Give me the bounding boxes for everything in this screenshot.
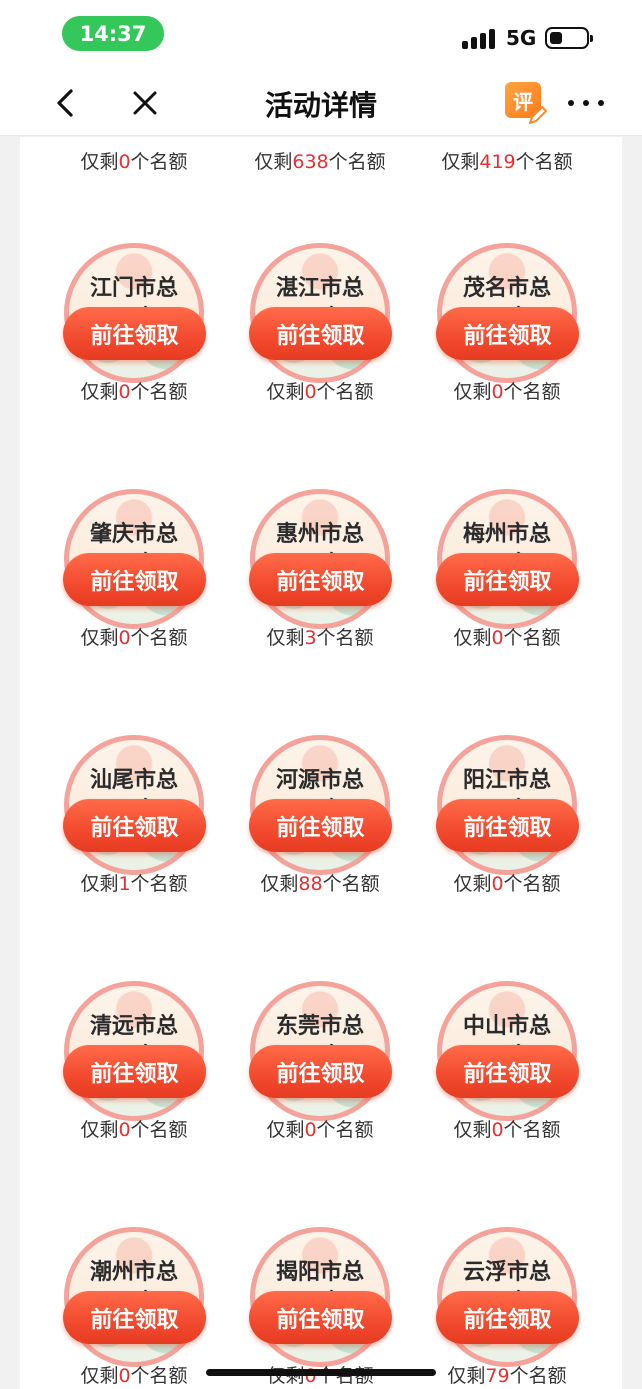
- union-card: 中山市总工会前往领取仅剩0个名额: [407, 919, 607, 1165]
- union-row: 肇庆市总工会前往领取仅剩0个名额惠州市总工会前往领取仅剩3个名额梅州市总工会前往…: [20, 427, 622, 673]
- quota-text: 仅剩0个名额: [80, 1119, 188, 1141]
- claim-button[interactable]: 前往领取: [249, 799, 392, 852]
- union-card: 茂名市总工会前往领取仅剩0个名额: [407, 181, 607, 427]
- quota-text: 仅剩3个名额: [266, 627, 374, 649]
- union-card: 云浮市总工会前往领取仅剩79个名额: [407, 1165, 607, 1389]
- claim-button[interactable]: 前往领取: [249, 1045, 392, 1098]
- union-card: 清远市总工会前往领取仅剩0个名额: [34, 919, 234, 1165]
- union-card: 江门市总工会前往领取仅剩0个名额: [34, 181, 234, 427]
- top-quota-row: 仅剩0个名额 仅剩638个名额 仅剩419个名额: [20, 137, 622, 181]
- claim-button[interactable]: 前往领取: [249, 553, 392, 606]
- union-row: 清远市总工会前往领取仅剩0个名额东莞市总工会前往领取仅剩0个名额中山市总工会前往…: [20, 919, 622, 1165]
- union-row: 潮州市总工会前往领取仅剩0个名额揭阳市总工会前往领取仅剩0个名额云浮市总工会前往…: [20, 1165, 622, 1389]
- union-card: 阳江市总工会前往领取仅剩0个名额: [407, 673, 607, 919]
- claim-button[interactable]: 前往领取: [63, 1045, 206, 1098]
- quota-text: 仅剩88个名额: [260, 873, 380, 895]
- quota-text: 仅剩638个名额: [254, 151, 386, 173]
- status-bar: 14:37 5G: [0, 0, 642, 70]
- quota-text: 仅剩0个名额: [80, 627, 188, 649]
- union-card: 梅州市总工会前往领取仅剩0个名额: [407, 427, 607, 673]
- union-card: 肇庆市总工会前往领取仅剩0个名额: [34, 427, 234, 673]
- quota-text: 仅剩79个名额: [447, 1365, 567, 1387]
- quota-text: 仅剩0个名额: [453, 873, 561, 895]
- nav-bar: 活动详情 评: [0, 70, 642, 136]
- claim-button[interactable]: 前往领取: [436, 1045, 579, 1098]
- network-type: 5G: [506, 26, 537, 50]
- quota-text: 仅剩0个名额: [453, 381, 561, 403]
- status-time: 14:37: [62, 16, 164, 51]
- battery-icon: [545, 27, 593, 49]
- review-icon[interactable]: 评: [505, 82, 549, 126]
- pen-icon: [529, 106, 547, 124]
- claim-button[interactable]: 前往领取: [63, 799, 206, 852]
- union-list: 仅剩0个名额 仅剩638个名额 仅剩419个名额 江门市总工会前往领取仅剩0个名…: [20, 137, 622, 1389]
- claim-button[interactable]: 前往领取: [436, 1291, 579, 1344]
- home-indicator: [206, 1369, 436, 1376]
- quota-text: 仅剩0个名额: [453, 1119, 561, 1141]
- claim-button[interactable]: 前往领取: [436, 799, 579, 852]
- quota-text: 仅剩0个名额: [453, 627, 561, 649]
- union-card: 河源市总工会前往领取仅剩88个名额: [220, 673, 420, 919]
- claim-button[interactable]: 前往领取: [436, 553, 579, 606]
- quota-text: 仅剩0个名额: [266, 381, 374, 403]
- union-card: 湛江市总工会前往领取仅剩0个名额: [220, 181, 420, 427]
- union-card: 潮州市总工会前往领取仅剩0个名额: [34, 1165, 234, 1389]
- claim-button[interactable]: 前往领取: [249, 1291, 392, 1344]
- quota-text: 仅剩1个名额: [80, 873, 188, 895]
- claim-button[interactable]: 前往领取: [63, 553, 206, 606]
- quota-text: 仅剩0个名额: [80, 381, 188, 403]
- quota-text: 仅剩0个名额: [266, 1119, 374, 1141]
- quota-text: 仅剩419个名额: [441, 151, 573, 173]
- claim-button[interactable]: 前往领取: [436, 307, 579, 360]
- signal-icon: [462, 27, 496, 49]
- quota-text: 仅剩0个名额: [80, 1365, 188, 1387]
- claim-button[interactable]: 前往领取: [63, 307, 206, 360]
- claim-button[interactable]: 前往领取: [249, 307, 392, 360]
- union-card: 揭阳市总工会前往领取仅剩0个名额: [220, 1165, 420, 1389]
- union-card: 惠州市总工会前往领取仅剩3个名额: [220, 427, 420, 673]
- more-icon[interactable]: [568, 92, 604, 114]
- union-row: 汕尾市总工会前往领取仅剩1个名额河源市总工会前往领取仅剩88个名额阳江市总工会前…: [20, 673, 622, 919]
- union-row: 江门市总工会前往领取仅剩0个名额湛江市总工会前往领取仅剩0个名额茂名市总工会前往…: [20, 181, 622, 427]
- union-card: 汕尾市总工会前往领取仅剩1个名额: [34, 673, 234, 919]
- union-card: 东莞市总工会前往领取仅剩0个名额: [220, 919, 420, 1165]
- quota-text: 仅剩0个名额: [80, 151, 188, 173]
- claim-button[interactable]: 前往领取: [63, 1291, 206, 1344]
